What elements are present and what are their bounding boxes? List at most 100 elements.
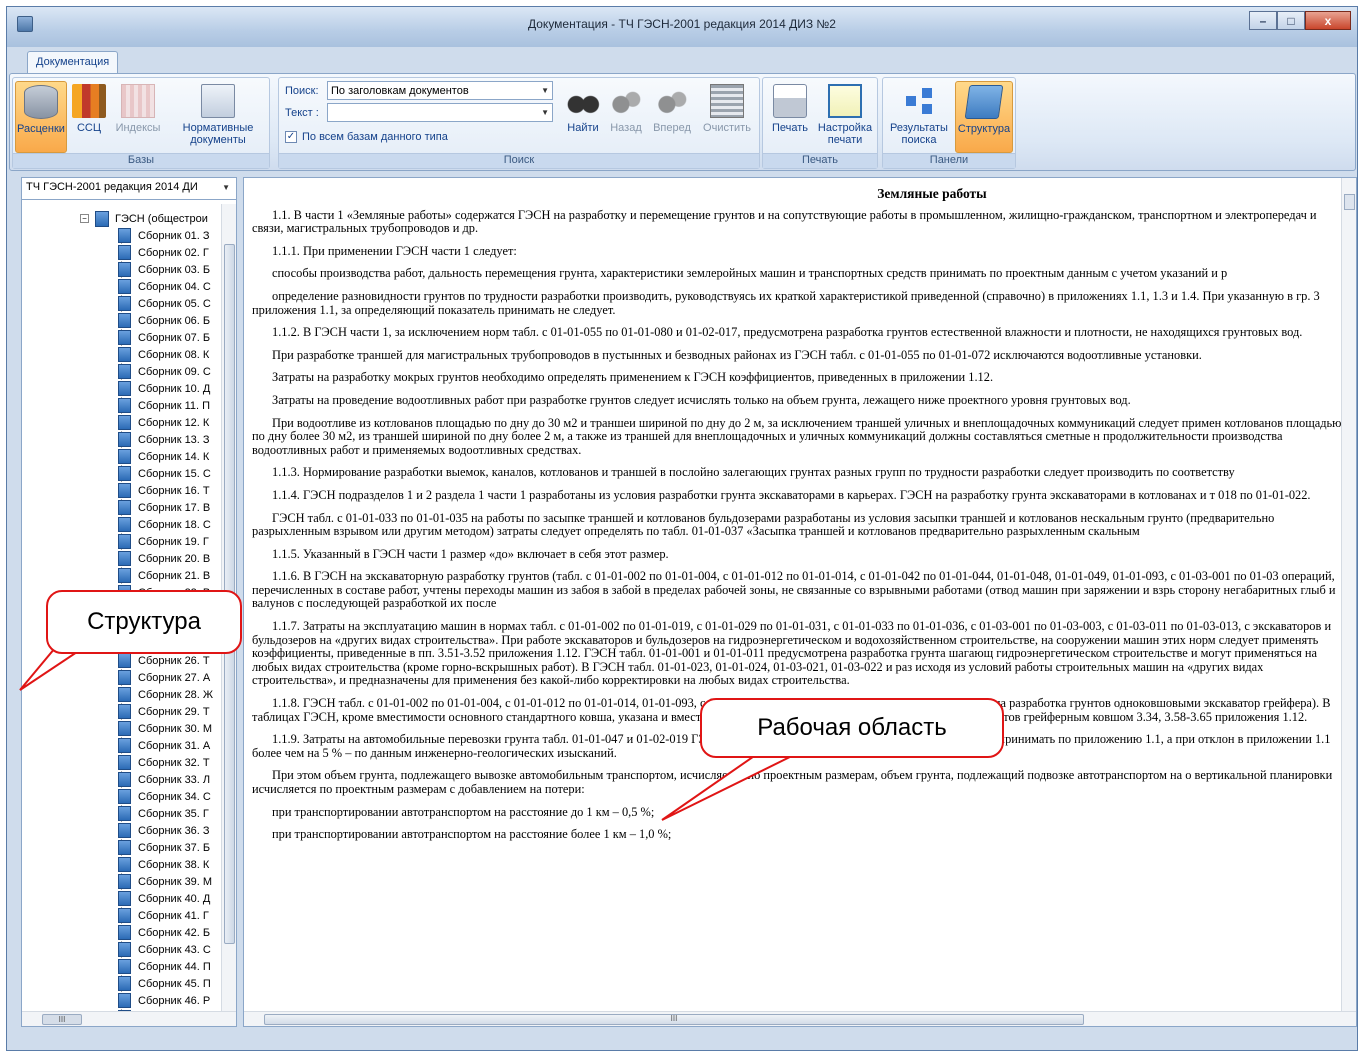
search-text-input[interactable]: ▼ bbox=[327, 103, 553, 122]
tree-item[interactable]: Сборник 46. Р bbox=[118, 992, 220, 1009]
tree-item-label: Сборник 45. П bbox=[138, 977, 211, 990]
scroll-thumb[interactable]: III bbox=[264, 1014, 1084, 1025]
tree-item[interactable]: Сборник 35. Г bbox=[118, 805, 220, 822]
forward-label: Вперед bbox=[653, 122, 691, 134]
collapse-icon[interactable]: − bbox=[80, 214, 89, 223]
tree-item[interactable]: Сборник 08. К bbox=[118, 346, 220, 363]
rates-button[interactable]: Расценки bbox=[15, 81, 67, 153]
book-icon bbox=[118, 942, 131, 957]
search-text-row: Текст : ▼ bbox=[285, 103, 553, 122]
tree-item[interactable]: Сборник 40. Д bbox=[118, 890, 220, 907]
back-button[interactable]: Назад bbox=[607, 81, 645, 153]
clear-icon bbox=[710, 84, 744, 118]
tree-item[interactable]: Сборник 28. Ж bbox=[118, 686, 220, 703]
tree-item[interactable]: Сборник 06. Б bbox=[118, 312, 220, 329]
indices-button[interactable]: Индексы bbox=[111, 81, 165, 153]
book-icon bbox=[118, 993, 131, 1008]
text-label: Текст : bbox=[285, 106, 319, 119]
tree-item-label: Сборник 31. А bbox=[138, 739, 211, 752]
tree-item[interactable]: Сборник 19. Г bbox=[118, 533, 220, 550]
tree-item[interactable]: Сборник 34. С bbox=[118, 788, 220, 805]
tree-item[interactable]: Сборник 20. В bbox=[118, 550, 220, 567]
minimize-button[interactable]: – bbox=[1249, 11, 1277, 30]
print-button[interactable]: Печать bbox=[767, 81, 813, 153]
close-button[interactable]: x bbox=[1305, 11, 1351, 30]
tree-item[interactable]: Сборник 03. Б bbox=[118, 261, 220, 278]
book-icon bbox=[95, 210, 109, 227]
tree-item-label: Сборник 08. К bbox=[138, 348, 210, 361]
tree-horizontal-scrollbar[interactable]: III bbox=[22, 1011, 236, 1026]
tree-item[interactable]: Сборник 33. Л bbox=[118, 771, 220, 788]
tree-item[interactable]: Сборник 45. П bbox=[118, 975, 220, 992]
book-icon bbox=[118, 466, 131, 481]
tree-item[interactable]: Сборник 05. С bbox=[118, 295, 220, 312]
tree-item[interactable]: Сборник 02. Г bbox=[118, 244, 220, 261]
forward-button[interactable]: Вперед bbox=[649, 81, 695, 153]
tree-item[interactable]: Сборник 04. С bbox=[118, 278, 220, 295]
book-icon bbox=[118, 653, 131, 668]
scroll-thumb[interactable]: III bbox=[42, 1014, 82, 1025]
tree-item[interactable]: Сборник 36. З bbox=[118, 822, 220, 839]
tree-item[interactable]: Сборник 16. Т bbox=[118, 482, 220, 499]
search-mode-select[interactable]: По заголовкам документов ▼ bbox=[327, 81, 553, 100]
book-icon bbox=[118, 721, 131, 736]
callout-workspace: Рабочая область bbox=[700, 698, 1004, 758]
chart-icon bbox=[121, 84, 155, 118]
document-paragraph: 1.1.4. ГЭСН подразделов 1 и 2 раздела 1 … bbox=[272, 487, 1311, 502]
book-icon bbox=[118, 891, 131, 906]
search-mode-value: По заголовкам документов bbox=[331, 84, 469, 97]
tree-item[interactable]: Сборник 12. К bbox=[118, 414, 220, 431]
tree-item[interactable]: Сборник 07. Б bbox=[118, 329, 220, 346]
tree-root[interactable]: − ГЭСН (общестрои bbox=[80, 210, 208, 227]
base-selector[interactable]: ТЧ ГЭСН-2001 редакция 2014 ДИ ▼ bbox=[22, 178, 236, 200]
document-vertical-scrollbar[interactable] bbox=[1341, 178, 1356, 1013]
tree-item[interactable]: Сборник 37. Б bbox=[118, 839, 220, 856]
group-panels: Результаты поиска Структура Панели bbox=[882, 77, 1016, 169]
book-icon bbox=[118, 279, 131, 294]
find-button[interactable]: Найти bbox=[563, 81, 603, 153]
tree-item[interactable]: Сборник 18. С bbox=[118, 516, 220, 533]
print-settings-button[interactable]: Настройка печати bbox=[815, 81, 875, 153]
tree-item-label: Сборник 39. М bbox=[138, 875, 213, 888]
structure-label: Структура bbox=[957, 123, 1011, 135]
tree-item[interactable]: Сборник 31. А bbox=[118, 737, 220, 754]
book-icon bbox=[118, 806, 131, 821]
tree-item[interactable]: Сборник 29. Т bbox=[118, 703, 220, 720]
clear-button[interactable]: Очистить bbox=[699, 81, 755, 153]
tree-item[interactable]: Сборник 44. П bbox=[118, 958, 220, 975]
tree-item[interactable]: Сборник 14. К bbox=[118, 448, 220, 465]
tree-item[interactable]: Сборник 26. Т bbox=[118, 652, 220, 669]
search-results-button[interactable]: Результаты поиска bbox=[887, 81, 951, 153]
scroll-thumb[interactable] bbox=[1344, 194, 1355, 210]
tree-item[interactable]: Сборник 41. Г bbox=[118, 907, 220, 924]
base-selector-value: ТЧ ГЭСН-2001 редакция 2014 ДИ bbox=[26, 181, 198, 193]
tree-item[interactable]: Сборник 17. В bbox=[118, 499, 220, 516]
tree-item[interactable]: Сборник 09. С bbox=[118, 363, 220, 380]
tree-item[interactable]: Сборник 15. С bbox=[118, 465, 220, 482]
document-horizontal-scrollbar[interactable]: III bbox=[244, 1011, 1356, 1026]
tree-item[interactable]: Сборник 27. А bbox=[118, 669, 220, 686]
tree-item[interactable]: Сборник 42. Б bbox=[118, 924, 220, 941]
tree-item[interactable]: Сборник 01. З bbox=[118, 227, 220, 244]
tree-item[interactable]: Сборник 39. М bbox=[118, 873, 220, 890]
title-bar[interactable]: Документация - ТЧ ГЭСН-2001 редакция 201… bbox=[7, 7, 1357, 47]
ssc-button[interactable]: ССЦ bbox=[71, 81, 107, 153]
all-bases-checkbox[interactable]: ✓ bbox=[285, 130, 297, 143]
book-icon bbox=[118, 415, 131, 430]
book-icon bbox=[118, 823, 131, 838]
tree-item[interactable]: Сборник 43. С bbox=[118, 941, 220, 958]
tree-item[interactable]: Сборник 21. В bbox=[118, 567, 220, 584]
tree-item[interactable]: Сборник 13. З bbox=[118, 431, 220, 448]
rates-label: Расценки bbox=[17, 123, 65, 135]
maximize-button[interactable]: □ bbox=[1277, 11, 1305, 30]
back-label: Назад bbox=[610, 122, 642, 134]
tree-item[interactable]: Сборник 10. Д bbox=[118, 380, 220, 397]
tab-documentation[interactable]: Документация bbox=[27, 51, 119, 73]
structure-button[interactable]: Структура bbox=[955, 81, 1013, 153]
tree-item[interactable]: Сборник 11. П bbox=[118, 397, 220, 414]
tree-item[interactable]: Сборник 32. Т bbox=[118, 754, 220, 771]
tree-item[interactable]: Сборник 30. М bbox=[118, 720, 220, 737]
tree-root-label: ГЭСН (общестрои bbox=[115, 212, 208, 225]
normative-docs-button[interactable]: Нормативные документы bbox=[169, 81, 267, 153]
tree-item[interactable]: Сборник 38. К bbox=[118, 856, 220, 873]
